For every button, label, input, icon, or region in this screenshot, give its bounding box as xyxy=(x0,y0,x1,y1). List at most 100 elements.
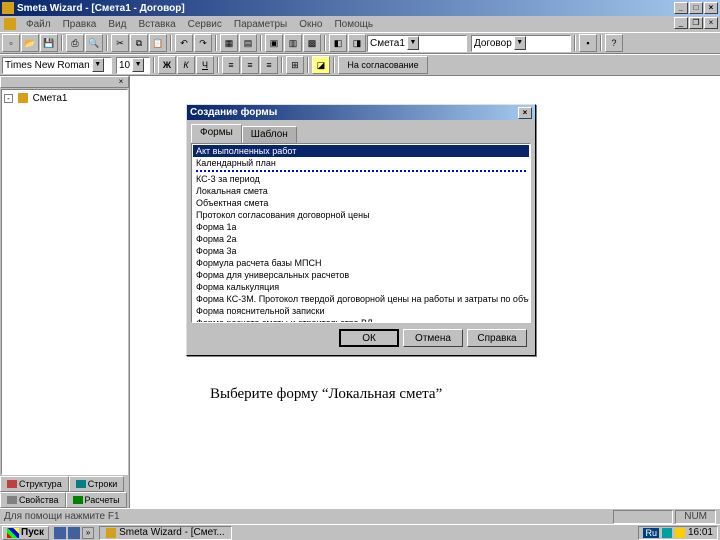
paste-button[interactable]: 📋 xyxy=(149,34,167,52)
extra1-button[interactable]: ▪ xyxy=(579,34,597,52)
list-item[interactable]: Форма пояснительной записки xyxy=(193,305,529,317)
forms-listbox[interactable]: Акт выполненных работ Календарный план К… xyxy=(191,143,531,323)
list-item[interactable]: Локальная смета xyxy=(193,185,529,197)
align-right-button[interactable]: ≡ xyxy=(260,56,278,74)
system-tray: Ru 16:01 xyxy=(638,526,718,540)
chevron-down-icon[interactable]: ▼ xyxy=(407,36,419,50)
preview-button[interactable]: 🔍 xyxy=(85,34,103,52)
save-button[interactable]: 💾 xyxy=(40,34,58,52)
status-button[interactable]: На согласование xyxy=(338,56,428,74)
cut-button[interactable]: ✂ xyxy=(111,34,129,52)
tray-icon[interactable] xyxy=(662,528,672,538)
tab-calc[interactable]: Расчеты xyxy=(66,492,127,508)
taskbar-app[interactable]: Smeta Wizard - [Смет... xyxy=(99,526,232,540)
menu-insert[interactable]: Вставка xyxy=(132,19,181,30)
tool-f-button[interactable]: ◧ xyxy=(329,34,347,52)
menu-window[interactable]: Окно xyxy=(293,19,328,30)
tab-props[interactable]: Свойства xyxy=(0,492,66,508)
help-button[interactable]: Справка xyxy=(467,329,527,347)
list-item[interactable]: Формула расчета базы МПСН xyxy=(193,257,529,269)
project-tree[interactable]: - Смета1 xyxy=(1,89,128,475)
chevron-down-icon[interactable]: ▼ xyxy=(514,36,526,50)
print-button[interactable]: ⎙ xyxy=(66,34,84,52)
tool-b-button[interactable]: ▤ xyxy=(239,34,257,52)
list-item[interactable]: Форма 1а xyxy=(193,221,529,233)
dialog-close-button[interactable]: × xyxy=(518,107,532,119)
panel-header: × xyxy=(0,76,129,88)
tray-icon[interactable] xyxy=(675,528,685,538)
tool-a-button[interactable]: ▦ xyxy=(220,34,238,52)
ql-icon[interactable] xyxy=(68,527,80,539)
menu-params[interactable]: Параметры xyxy=(228,19,293,30)
chevron-down-icon[interactable]: ▼ xyxy=(92,58,104,72)
folder-icon xyxy=(18,93,28,103)
open-button[interactable]: 📂 xyxy=(21,34,39,52)
color-button[interactable]: ◪ xyxy=(312,56,330,74)
combo-smeta[interactable]: Смета1 ▼ xyxy=(367,35,467,52)
help-button[interactable]: ? xyxy=(605,34,623,52)
tab-icon xyxy=(7,496,17,504)
start-button[interactable]: Пуск xyxy=(2,526,49,540)
start-label: Пуск xyxy=(21,527,44,538)
tab-forms[interactable]: Формы xyxy=(191,124,242,143)
list-item[interactable]: Форма 3а xyxy=(193,245,529,257)
underline-button[interactable]: Ч xyxy=(196,56,214,74)
tool-g-button[interactable]: ◨ xyxy=(348,34,366,52)
ok-button[interactable]: ОК xyxy=(339,329,399,347)
expand-icon[interactable]: - xyxy=(4,94,13,103)
italic-button[interactable]: К xyxy=(177,56,195,74)
list-item[interactable]: Календарный план xyxy=(193,157,529,169)
tree-item[interactable]: - Смета1 xyxy=(4,92,125,105)
windows-logo-icon xyxy=(7,528,19,538)
menu-service[interactable]: Сервис xyxy=(182,19,228,30)
tool-c-button[interactable]: ▣ xyxy=(265,34,283,52)
font-combo[interactable]: Times New Roman ▼ xyxy=(2,57,112,74)
copy-button[interactable]: ⧉ xyxy=(130,34,148,52)
menu-edit[interactable]: Правка xyxy=(57,19,103,30)
tool-e-button[interactable]: ▩ xyxy=(303,34,321,52)
list-item[interactable]: Форма калькуляция xyxy=(193,281,529,293)
combo-dogovor[interactable]: Договор ▼ xyxy=(471,35,571,52)
minimize-button[interactable]: _ xyxy=(674,2,688,14)
ql-expand[interactable]: » xyxy=(82,527,94,539)
size-combo[interactable]: 10 ▼ xyxy=(116,57,150,74)
chevron-down-icon[interactable]: ▼ xyxy=(132,58,144,72)
main-area: Создание формы × Формы Шаблон Акт выполн… xyxy=(130,76,720,508)
tab-structure[interactable]: Структура xyxy=(0,476,69,492)
list-item[interactable]: Форма КС-3М. Протокол твердой договорной… xyxy=(193,293,529,305)
list-item[interactable]: Форма 2а xyxy=(193,233,529,245)
merge-button[interactable]: ⊞ xyxy=(286,56,304,74)
list-item[interactable]: Объектная смета xyxy=(193,197,529,209)
align-center-button[interactable]: ≡ xyxy=(241,56,259,74)
tab-rows[interactable]: Строки xyxy=(69,476,125,492)
mdi-restore-button[interactable]: ❐ xyxy=(689,17,703,29)
size-value: 10 xyxy=(119,60,130,71)
menu-file[interactable]: Файл xyxy=(20,19,57,30)
redo-button[interactable]: ↷ xyxy=(194,34,212,52)
ql-icon[interactable] xyxy=(54,527,66,539)
app-icon xyxy=(2,2,14,14)
lang-indicator[interactable]: Ru xyxy=(643,528,659,538)
list-item[interactable]: КС-3 за период xyxy=(193,173,529,185)
menubar: Файл Правка Вид Вставка Сервис Параметры… xyxy=(0,16,720,32)
mdi-minimize-button[interactable]: _ xyxy=(674,17,688,29)
list-item[interactable]: Акт выполненных работ xyxy=(193,145,529,157)
tool-d-button[interactable]: ▥ xyxy=(284,34,302,52)
maximize-button[interactable]: □ xyxy=(689,2,703,14)
combo-dogovor-value: Договор xyxy=(474,38,512,49)
toolbar-format: Times New Roman ▼ 10 ▼ Ж К Ч ≡ ≡ ≡ ⊞ ◪ Н… xyxy=(0,54,720,76)
close-button[interactable]: × xyxy=(704,2,718,14)
bold-button[interactable]: Ж xyxy=(158,56,176,74)
tab-template[interactable]: Шаблон xyxy=(242,126,297,143)
list-item[interactable]: Форма для универсальных расчетов xyxy=(193,269,529,281)
dialog-tabs: Формы Шаблон xyxy=(191,124,531,143)
undo-button[interactable]: ↶ xyxy=(175,34,193,52)
menu-help[interactable]: Помощь xyxy=(328,19,379,30)
new-button[interactable]: ▫ xyxy=(2,34,20,52)
cancel-button[interactable]: Отмена xyxy=(403,329,463,347)
mdi-close-button[interactable]: × xyxy=(704,17,718,29)
panel-close-button[interactable]: × xyxy=(116,77,126,87)
menu-view[interactable]: Вид xyxy=(102,19,132,30)
align-left-button[interactable]: ≡ xyxy=(222,56,240,74)
list-item[interactable]: Протокол согласования договорной цены xyxy=(193,209,529,221)
